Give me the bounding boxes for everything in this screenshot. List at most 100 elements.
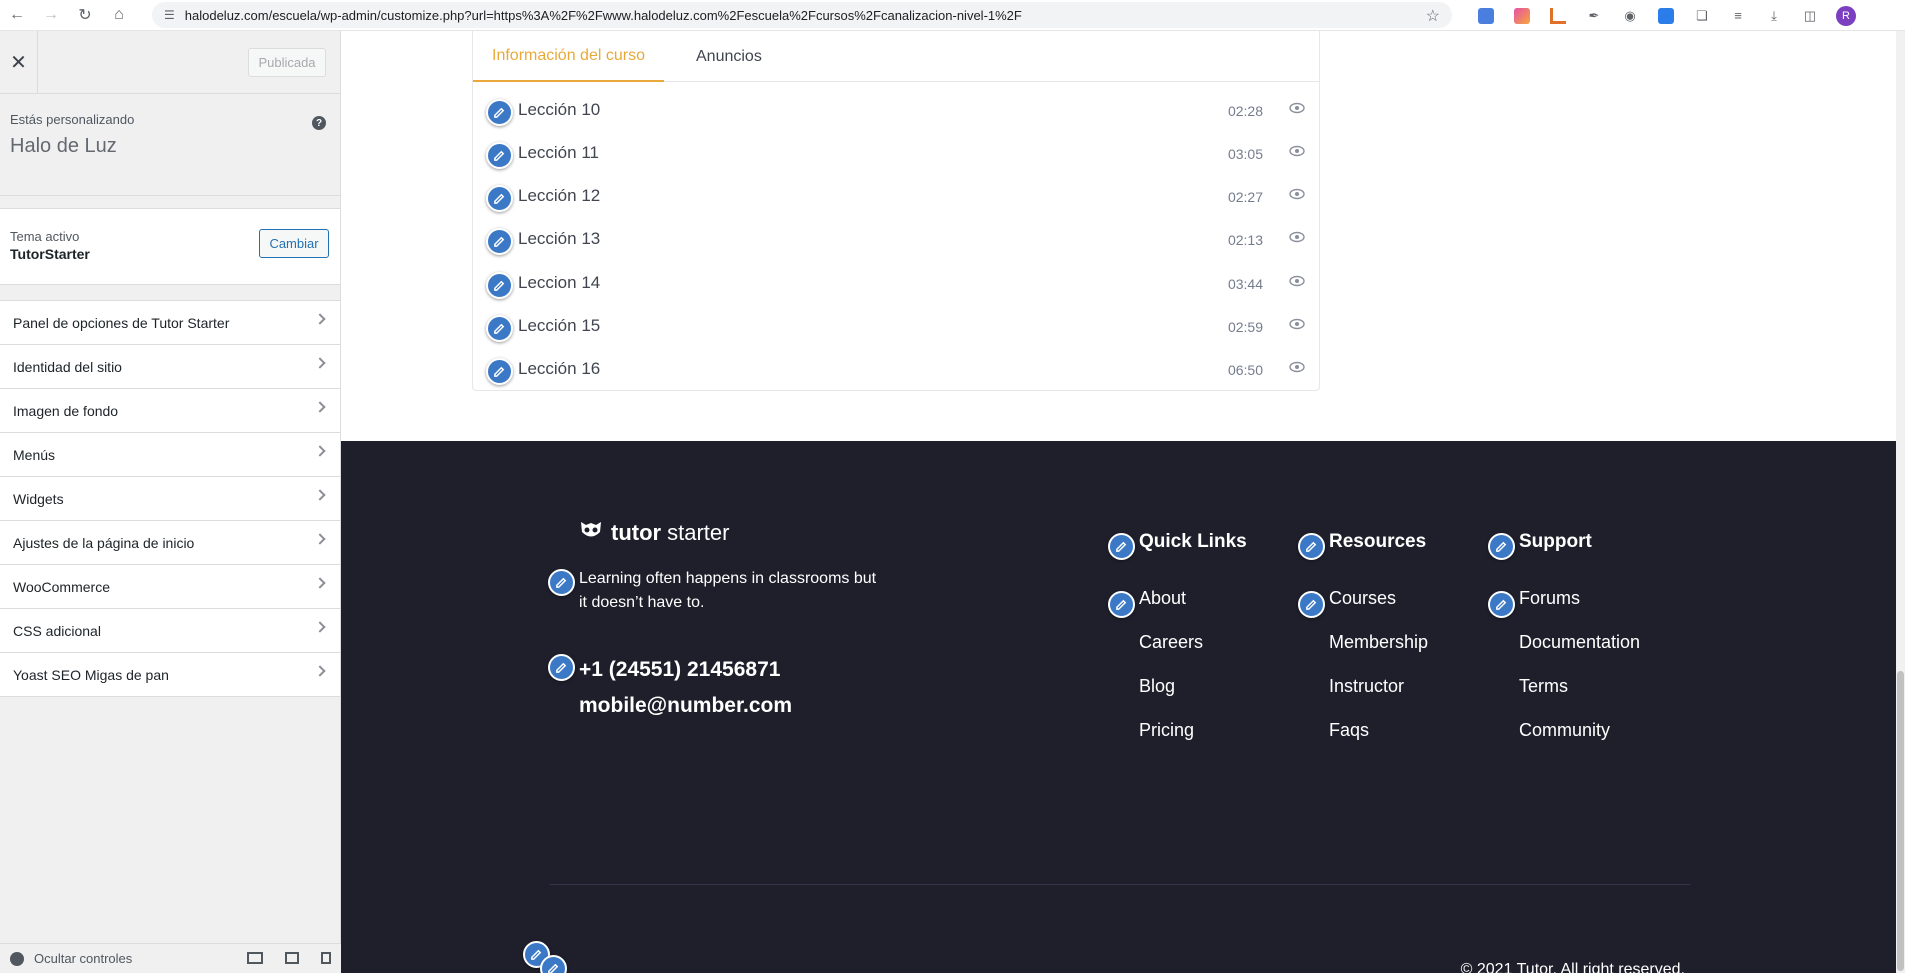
- eyedropper-icon[interactable]: ✒: [1576, 0, 1612, 31]
- section-homepage-settings[interactable]: Ajustes de la página de inicio: [0, 521, 340, 565]
- edit-shortcut-icon[interactable]: [548, 654, 575, 681]
- download-extension-icon[interactable]: [1648, 0, 1684, 31]
- lesson-title[interactable]: Lección 15: [518, 316, 600, 336]
- mobile-preview-icon[interactable]: [321, 952, 331, 964]
- lesson-title[interactable]: Lección 13: [518, 229, 600, 249]
- section-background-image[interactable]: Imagen de fondo: [0, 389, 340, 433]
- edit-shortcut-icon[interactable]: [1298, 591, 1325, 618]
- site-footer: tutor starter Learning often happens in …: [341, 441, 1896, 973]
- section-site-identity[interactable]: Identidad del sitio: [0, 345, 340, 389]
- extension-icon[interactable]: [1468, 0, 1504, 31]
- section-yoast-breadcrumbs[interactable]: Yoast SEO Migas de pan: [0, 653, 340, 697]
- customizer-sections: Panel de opciones de Tutor Starter Ident…: [0, 300, 340, 697]
- address-bar[interactable]: ☰ halodeluz.com/escuela/wp-admin/customi…: [152, 2, 1452, 28]
- profile-avatar[interactable]: R: [1828, 0, 1864, 31]
- extension-icon[interactable]: [1504, 0, 1540, 31]
- preview-scrollbar[interactable]: [1896, 31, 1905, 973]
- home-icon[interactable]: ⌂: [102, 0, 136, 31]
- footer-link[interactable]: Blog: [1139, 676, 1247, 720]
- footer-link[interactable]: Membership: [1329, 632, 1428, 676]
- site-info-icon[interactable]: ☰: [164, 8, 175, 22]
- edit-shortcut-icon[interactable]: [486, 228, 513, 255]
- footer-link[interactable]: Terms: [1519, 676, 1640, 720]
- scrollbar-thumb[interactable]: [1897, 671, 1904, 971]
- section-tutor-starter-options[interactable]: Panel de opciones de Tutor Starter: [0, 301, 340, 345]
- section-menus[interactable]: Menús: [0, 433, 340, 477]
- section-woocommerce[interactable]: WooCommerce: [0, 565, 340, 609]
- edit-shortcut-icon[interactable]: [486, 99, 513, 126]
- lesson-row[interactable]: Lección 13 02:13: [473, 217, 1321, 260]
- footer-link[interactable]: Pricing: [1139, 720, 1247, 764]
- edit-shortcut-icon[interactable]: [486, 272, 513, 299]
- extension-icon[interactable]: [1540, 0, 1576, 31]
- footer-phone[interactable]: +1 (24551) 21456871: [579, 658, 780, 682]
- lesson-duration: 02:28: [1227, 103, 1263, 119]
- eye-icon[interactable]: [1289, 360, 1305, 378]
- edit-shortcut-icon[interactable]: [540, 955, 567, 973]
- edit-shortcut-icon[interactable]: [548, 569, 575, 596]
- side-panel-icon[interactable]: ◫: [1792, 0, 1828, 31]
- media-controls-icon[interactable]: ≡: [1720, 0, 1756, 31]
- tab-announcements[interactable]: Anuncios: [696, 31, 762, 82]
- edit-shortcut-icon[interactable]: [1108, 533, 1135, 560]
- puzzle-icon[interactable]: ❏: [1684, 0, 1720, 31]
- lesson-row[interactable]: Lección 10 02:28: [473, 88, 1321, 131]
- section-widgets[interactable]: Widgets: [0, 477, 340, 521]
- collapse-icon[interactable]: [10, 951, 24, 966]
- footer-link[interactable]: Community: [1519, 720, 1640, 764]
- edit-shortcut-icon[interactable]: [1488, 591, 1515, 618]
- help-icon[interactable]: ?: [312, 116, 326, 130]
- lesson-row[interactable]: Leccion 14 03:44: [473, 261, 1321, 304]
- footer-link[interactable]: Documentation: [1519, 632, 1640, 676]
- chevron-right-icon: [314, 577, 326, 589]
- edit-shortcut-icon[interactable]: [1488, 533, 1515, 560]
- eye-icon[interactable]: [1289, 187, 1305, 205]
- downloads-icon[interactable]: ⤓: [1756, 0, 1792, 31]
- edit-shortcut-icon[interactable]: [486, 142, 513, 169]
- footer-link[interactable]: Careers: [1139, 632, 1247, 676]
- footer-link[interactable]: Courses: [1329, 588, 1428, 632]
- customizer-sidebar: ✕ Publicada Estás personalizando Halo de…: [0, 31, 341, 973]
- lesson-row[interactable]: Lección 11 03:05: [473, 131, 1321, 174]
- lesson-row[interactable]: Lección 12 02:27: [473, 174, 1321, 217]
- lesson-title[interactable]: Lección 12: [518, 186, 600, 206]
- eye-icon[interactable]: [1289, 317, 1305, 335]
- column-heading: Resources: [1329, 531, 1427, 552]
- footer-email[interactable]: mobile@number.com: [579, 694, 792, 718]
- edit-shortcut-icon[interactable]: [1108, 591, 1135, 618]
- eye-icon[interactable]: [1289, 101, 1305, 119]
- desktop-preview-icon[interactable]: [247, 952, 263, 964]
- back-icon[interactable]: ←: [0, 0, 34, 31]
- reload-icon[interactable]: ↻: [68, 0, 102, 31]
- eye-icon[interactable]: [1289, 274, 1305, 292]
- footer-logo[interactable]: tutor starter: [579, 519, 729, 547]
- edit-shortcut-icon[interactable]: [1298, 533, 1325, 560]
- tab-course-info[interactable]: Información del curso: [473, 31, 664, 82]
- lesson-title[interactable]: Lección 16: [518, 359, 600, 379]
- footer-link[interactable]: Forums: [1519, 588, 1640, 632]
- section-label: Menús: [13, 446, 56, 463]
- bookmark-star-icon[interactable]: ☆: [1426, 6, 1440, 26]
- lesson-title[interactable]: Lección 10: [518, 100, 600, 120]
- url-text[interactable]: halodeluz.com/escuela/wp-admin/customize…: [185, 8, 1022, 23]
- edit-shortcut-icon[interactable]: [486, 185, 513, 212]
- lesson-row[interactable]: Lección 15 02:59: [473, 304, 1321, 347]
- footer-link[interactable]: Faqs: [1329, 720, 1428, 764]
- camera-icon[interactable]: ◉: [1612, 0, 1648, 31]
- lesson-row[interactable]: Lección 16 06:50: [473, 347, 1321, 390]
- lesson-title[interactable]: Lección 11: [518, 143, 599, 163]
- section-additional-css[interactable]: CSS adicional: [0, 609, 340, 653]
- edit-shortcut-icon[interactable]: [486, 358, 513, 385]
- forward-icon[interactable]: →: [34, 0, 68, 31]
- tablet-preview-icon[interactable]: [285, 952, 299, 964]
- publish-button[interactable]: Publicada: [248, 48, 326, 77]
- lesson-title[interactable]: Leccion 14: [518, 273, 600, 293]
- close-icon[interactable]: ✕: [0, 31, 38, 94]
- footer-link[interactable]: Instructor: [1329, 676, 1428, 720]
- eye-icon[interactable]: [1289, 144, 1305, 162]
- change-theme-button[interactable]: Cambiar: [259, 229, 329, 258]
- hide-controls-button[interactable]: Ocultar controles: [34, 951, 132, 966]
- eye-icon[interactable]: [1289, 230, 1305, 248]
- edit-shortcut-icon[interactable]: [486, 315, 513, 342]
- footer-link[interactable]: About: [1139, 588, 1247, 632]
